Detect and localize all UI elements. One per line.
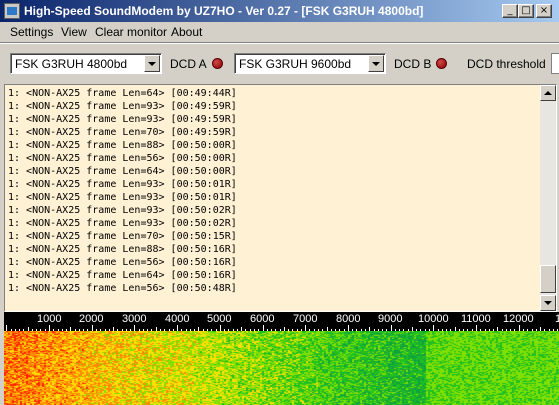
log-line: 1: <NON-AX25 frame Len=93> [00:49:59R] xyxy=(8,101,237,112)
menu-clear-monitor[interactable]: Clear monitor xyxy=(95,25,167,39)
menu-bar: Settings View Clear monitor About xyxy=(0,22,559,42)
log-line: 1: <NON-AX25 frame Len=56> [00:50:16R] xyxy=(8,257,237,268)
log-line: 1: <NON-AX25 frame Len=88> [00:50:16R] xyxy=(8,244,237,255)
dcd-threshold-label: DCD threshold xyxy=(467,57,546,71)
log-line: 1: <NON-AX25 frame Len=93> [00:50:01R] xyxy=(8,192,237,203)
frequency-label: 12000 xyxy=(503,313,534,325)
dcd-b-label: DCD B xyxy=(394,57,432,71)
menu-about[interactable]: About xyxy=(171,25,202,39)
scroll-thumb[interactable] xyxy=(540,265,556,293)
vertical-scrollbar[interactable] xyxy=(540,85,556,311)
frequency-label: 4000 xyxy=(165,313,190,325)
app-window: High-Speed SoundModem by UZ7HO - Ver 0.2… xyxy=(0,0,559,405)
frequency-label: 13 xyxy=(555,313,559,325)
menu-view[interactable]: View xyxy=(61,25,87,39)
frequency-label: 2000 xyxy=(79,313,104,325)
frequency-label: 6000 xyxy=(250,313,275,325)
log-line: 1: <NON-AX25 frame Len=56> [00:50:48R] xyxy=(8,283,237,294)
app-icon[interactable] xyxy=(4,3,20,19)
frequency-label: 7000 xyxy=(293,313,318,325)
log-line: 1: <NON-AX25 frame Len=93> [00:50:02R] xyxy=(8,218,237,229)
scroll-down-button[interactable] xyxy=(540,295,556,311)
menu-settings[interactable]: Settings xyxy=(10,25,53,39)
frequency-label: 3000 xyxy=(122,313,147,325)
chevron-down-icon[interactable] xyxy=(144,55,160,72)
frequency-label: 9000 xyxy=(378,313,403,325)
title-bar[interactable]: High-Speed SoundModem by UZ7HO - Ver 0.2… xyxy=(0,0,559,22)
waterfall-display[interactable] xyxy=(4,331,559,405)
log-line: 1: <NON-AX25 frame Len=88> [00:50:00R] xyxy=(8,140,237,151)
modem-a-select[interactable]: FSK G3RUH 4800bd xyxy=(10,53,162,74)
chevron-down-icon[interactable] xyxy=(368,55,384,72)
modem-b-value: FSK G3RUH 9600bd xyxy=(239,57,352,71)
window-title: High-Speed SoundModem by UZ7HO - Ver 0.2… xyxy=(24,4,424,18)
log-line: 1: <NON-AX25 frame Len=64> [00:50:16R] xyxy=(8,270,237,281)
frequency-label: 10000 xyxy=(418,313,449,325)
log-line: 1: <NON-AX25 frame Len=93> [00:50:01R] xyxy=(8,179,237,190)
frequency-scale: 1000 2000 3000 4000 5000 6000 7000 8000 9000 1000… xyxy=(4,312,559,331)
log-line: 1: <NON-AX25 frame Len=93> [00:50:02R] xyxy=(8,205,237,216)
minimize-button[interactable]: _ xyxy=(502,4,518,18)
close-button[interactable]: × xyxy=(536,4,552,18)
modem-b-select[interactable]: FSK G3RUH 9600bd xyxy=(234,53,386,74)
dcd-b-indicator xyxy=(436,58,447,69)
scroll-up-button[interactable] xyxy=(540,85,556,101)
frequency-label: 5000 xyxy=(207,313,232,325)
monitor-panel[interactable]: 1: <NON-AX25 frame Len=64> [00:49:44R] 1:… xyxy=(4,84,557,312)
log-line: 1: <NON-AX25 frame Len=93> [00:49:59R] xyxy=(8,114,237,125)
frequency-label: 1000 xyxy=(37,313,62,325)
frequency-label: 11000 xyxy=(461,313,491,325)
menu-divider xyxy=(0,42,559,44)
monitor-log: 1: <NON-AX25 frame Len=64> [00:49:44R] 1:… xyxy=(8,87,538,295)
frequency-label: 8000 xyxy=(336,313,361,325)
log-line: 1: <NON-AX25 frame Len=56> [00:50:00R] xyxy=(8,153,237,164)
modem-a-value: FSK G3RUH 4800bd xyxy=(15,57,128,71)
dcd-threshold-control[interactable] xyxy=(551,53,559,74)
dcd-a-indicator xyxy=(212,58,223,69)
dcd-a-label: DCD A xyxy=(170,57,207,71)
maximize-button[interactable]: □ xyxy=(518,4,534,18)
log-line: 1: <NON-AX25 frame Len=64> [00:49:44R] xyxy=(8,88,237,99)
log-line: 1: <NON-AX25 frame Len=64> [00:50:00R] xyxy=(8,166,237,177)
log-line: 1: <NON-AX25 frame Len=70> [00:50:15R] xyxy=(8,231,237,242)
log-line: 1: <NON-AX25 frame Len=70> [00:49:59R] xyxy=(8,127,237,138)
